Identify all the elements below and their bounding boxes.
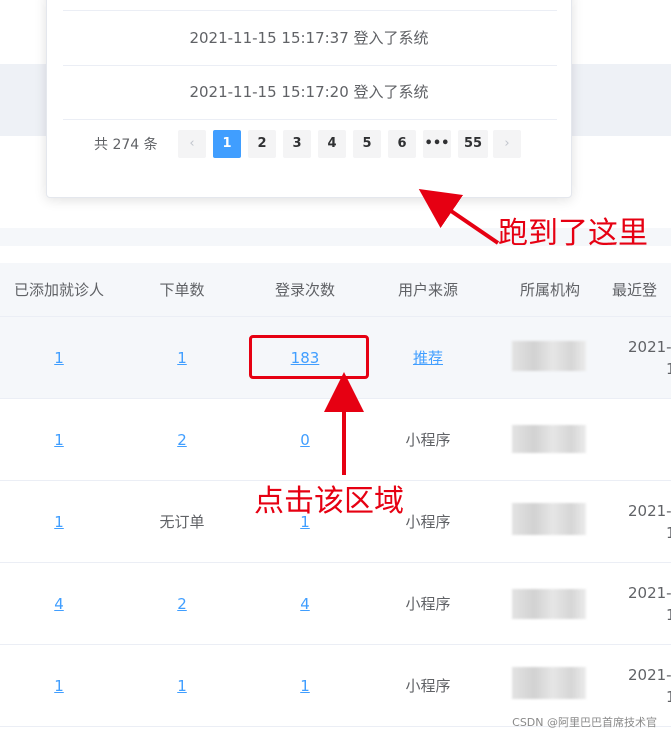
annotation-arrows [324, 188, 500, 475]
arrow-to-popover [418, 188, 500, 245]
watermark: CSDN @阿里巴巴首席技术官 [512, 716, 657, 729]
